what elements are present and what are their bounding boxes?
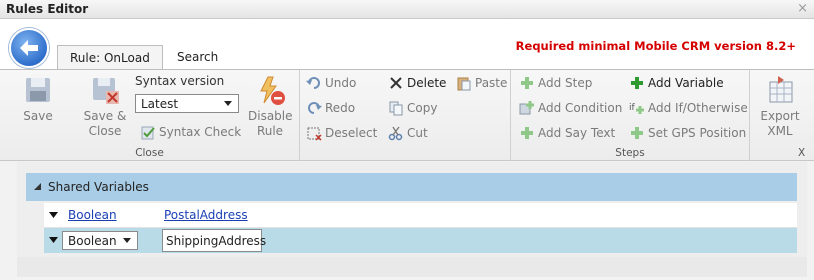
edit-group: Undo Redo Deselect Delete Copy Cut Paste — [300, 70, 511, 161]
tab-rule-onload[interactable]: Rule: OnLoad — [57, 45, 163, 71]
deselect-label: Deselect — [325, 126, 378, 140]
variable-name-field[interactable]: ShippingAddress — [162, 229, 266, 252]
undo-label: Undo — [325, 76, 357, 90]
save-close-icon — [89, 74, 121, 106]
condition-icon — [519, 100, 535, 116]
set-gps-position-label: Set GPS Position — [648, 126, 747, 140]
shared-variables-header[interactable]: Shared Variables — [26, 173, 797, 201]
add-if-otherwise-label: Add If/Otherwise — [648, 101, 748, 115]
cut-button[interactable]: Cut — [388, 124, 428, 142]
export-group: Export XML X — [750, 70, 814, 161]
save-label: Save — [23, 109, 53, 123]
ribbon: Save Save & Close Syntax version Latest — [0, 69, 814, 161]
save-close-label-1: Save & — [83, 109, 127, 123]
delete-x-icon — [388, 75, 404, 91]
redo-label: Redo — [325, 101, 356, 115]
export-label-2: XML — [767, 124, 793, 138]
variable-type-select[interactable]: Boolean — [62, 231, 138, 250]
syntax-check-icon — [140, 124, 156, 140]
content-footer-band — [17, 257, 807, 277]
disable-rule-button[interactable]: Disable Rule — [248, 74, 293, 139]
redo-button[interactable]: Redo — [306, 99, 355, 117]
plus-icon — [519, 125, 535, 141]
if-otherwise-icon: if — [629, 100, 645, 116]
steps-group: Add Step Add Condition Add Say Text Add … — [511, 70, 750, 161]
export-xml-button[interactable]: Export XML — [758, 74, 802, 139]
close-group-label: Close — [135, 147, 164, 159]
add-say-text-button[interactable]: Add Say Text — [519, 124, 615, 142]
deselect-icon — [306, 125, 322, 141]
paste-icon — [456, 75, 472, 91]
add-say-text-label: Add Say Text — [538, 126, 616, 140]
variable-name-link[interactable]: PostalAddress — [164, 208, 248, 222]
delete-label: Delete — [407, 76, 447, 90]
title-bar: Rules Editor × — [0, 0, 814, 19]
cut-label: Cut — [407, 126, 428, 140]
chevron-down-icon — [224, 101, 232, 106]
save-close-button[interactable]: Save & Close — [80, 74, 130, 139]
undo-button[interactable]: Undo — [306, 74, 356, 92]
chevron-down-icon — [123, 238, 131, 243]
paste-button[interactable]: Paste — [456, 74, 507, 92]
syntax-version-label: Syntax version — [135, 74, 225, 88]
back-arrow-icon — [20, 40, 38, 56]
plus-icon — [519, 75, 535, 91]
floppy-disk-icon — [22, 74, 54, 106]
add-step-label: Add Step — [538, 76, 593, 90]
plus-icon — [629, 75, 645, 91]
variable-name-value: ShippingAddress — [166, 234, 267, 248]
copy-button[interactable]: Copy — [388, 99, 437, 117]
add-variable-button[interactable]: Add Variable — [629, 74, 724, 92]
disable-rule-label-2: Rule — [256, 124, 284, 138]
copy-icon — [388, 100, 404, 116]
redo-icon — [306, 100, 322, 116]
export-label-1: Export — [760, 109, 800, 123]
syntax-version-select[interactable]: Latest — [135, 94, 239, 113]
export-group-label: X — [798, 147, 806, 159]
copy-label: Copy — [407, 101, 438, 115]
scissors-icon — [388, 125, 404, 141]
collapse-triangle-icon — [34, 183, 41, 190]
window-title: Rules Editor — [6, 2, 89, 16]
disable-rule-label-1: Disable — [248, 109, 293, 123]
add-variable-label: Add Variable — [648, 76, 724, 90]
tab-search[interactable]: Search — [165, 45, 230, 70]
save-button[interactable]: Save — [18, 74, 58, 124]
paste-label: Paste — [475, 76, 508, 90]
set-gps-position-button[interactable]: Set GPS Position — [629, 124, 746, 142]
syntax-check-label: Syntax Check — [159, 125, 242, 139]
svg-text:if: if — [629, 103, 636, 113]
undo-icon — [306, 75, 322, 91]
export-table-icon — [764, 74, 796, 106]
save-close-label-2: Close — [88, 124, 122, 138]
syntax-check-button[interactable]: Syntax Check — [140, 123, 241, 141]
variable-row-selected[interactable]: Boolean ShippingAddress — [44, 228, 797, 253]
disable-rule-icon — [254, 74, 286, 106]
add-if-otherwise-button[interactable]: if Add If/Otherwise — [629, 99, 748, 117]
row-expand-icon — [49, 212, 58, 218]
back-button[interactable] — [9, 28, 49, 68]
close-icon[interactable]: × — [797, 1, 808, 16]
add-condition-label: Add Condition — [538, 101, 623, 115]
plus-icon — [629, 125, 645, 141]
close-group: Save Save & Close Syntax version Latest — [0, 70, 300, 161]
version-requirement: Required minimal Mobile CRM version 8.2+ — [515, 39, 796, 53]
shared-variables-label: Shared Variables — [48, 180, 149, 194]
add-condition-button[interactable]: Add Condition — [519, 99, 622, 117]
steps-group-label: Steps — [615, 147, 645, 159]
variable-row[interactable]: Boolean PostalAddress — [44, 203, 797, 228]
add-step-button[interactable]: Add Step — [519, 74, 592, 92]
variable-type-value: Boolean — [68, 234, 117, 248]
deselect-button[interactable]: Deselect — [306, 124, 377, 142]
row-expand-icon — [49, 237, 58, 243]
syntax-version-value: Latest — [141, 97, 179, 111]
delete-button[interactable]: Delete — [388, 74, 446, 92]
variable-type-link[interactable]: Boolean — [68, 208, 117, 222]
